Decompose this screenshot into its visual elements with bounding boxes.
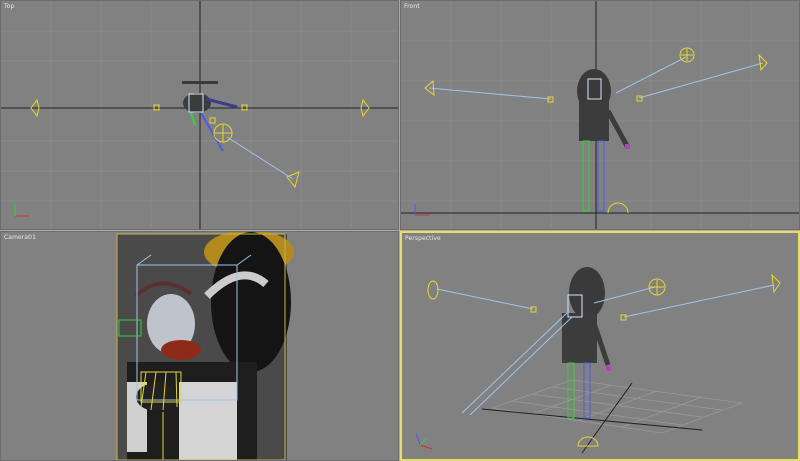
viewport-top[interactable]: Top [0, 0, 399, 230]
ground-grid [491, 379, 743, 434]
light-top-right[interactable] [679, 47, 695, 63]
viewport-front[interactable]: Front [400, 0, 800, 230]
viewport-label-front: Front [404, 3, 420, 10]
camera-view-canvas [116, 232, 294, 460]
light-right[interactable] [758, 53, 768, 72]
viewport-camera[interactable]: Camera01 [0, 231, 399, 461]
viewport-label-top: Top [4, 3, 15, 10]
viewport-perspective[interactable]: Perspective [400, 231, 800, 461]
front-view-canvas [401, 1, 799, 229]
light-top-right[interactable] [648, 278, 666, 296]
axis-gizmo-icon [415, 432, 433, 450]
viewport-label-camera: Camera01 [4, 234, 36, 241]
light-right[interactable] [771, 273, 781, 294]
character-perspective[interactable] [461, 267, 611, 419]
light-bottom[interactable] [607, 202, 629, 214]
light-target-bottom[interactable] [209, 117, 216, 124]
axis-gizmo-icon [414, 204, 429, 216]
light-left[interactable] [427, 280, 439, 300]
axis-gizmo-icon [14, 204, 29, 217]
viewport-label-perspective: Perspective [405, 235, 441, 242]
perspective-view-canvas [427, 267, 781, 454]
top-view-canvas [1, 1, 398, 229]
